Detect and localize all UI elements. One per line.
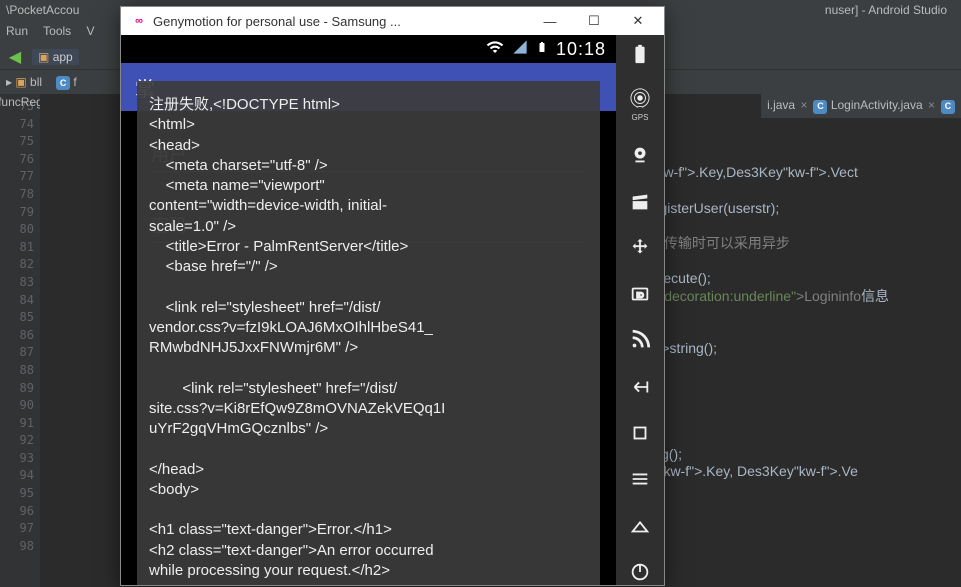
back-button[interactable]: ◀ [6, 48, 24, 66]
clapper-icon[interactable] [626, 189, 654, 215]
menu-v[interactable]: V [87, 24, 95, 38]
android-recents-icon[interactable] [626, 420, 654, 446]
signal-icon [512, 39, 528, 60]
power-icon[interactable] [626, 559, 654, 585]
phone-screen[interactable]: 10:18 掌 用户 密码 注册失败,<!DOCTYPE html> <html… [121, 35, 616, 585]
tab-f[interactable]: C f [56, 75, 77, 90]
geny-body: 10:18 掌 用户 密码 注册失败,<!DOCTYPE html> <html… [121, 35, 664, 585]
genymotion-window: ∞ Genymotion for personal use - Samsung … [120, 6, 665, 586]
webcam-icon[interactable] [626, 142, 654, 168]
android-home-icon[interactable] [626, 512, 654, 538]
tab-extra[interactable]: C [941, 97, 955, 115]
move-icon[interactable] [626, 235, 654, 261]
line-gutter: 73 74 75 76 77 78 79 80 81 82 83 84 85 8… [0, 94, 40, 587]
android-back-icon[interactable] [626, 374, 654, 400]
tab-bll[interactable]: ▸ ▣ bll [6, 75, 42, 89]
menu-run[interactable]: Run [6, 24, 28, 38]
error-dialog[interactable]: 注册失败,<!DOCTYPE html> <html> <head> <meta… [137, 81, 600, 585]
battery-icon [536, 38, 548, 61]
android-status-bar: 10:18 [121, 35, 616, 63]
geny-titlebar[interactable]: ∞ Genymotion for personal use - Samsung … [121, 7, 664, 35]
error-text: 注册失败,<!DOCTYPE html> <html> <head> <meta… [149, 95, 588, 585]
genymotion-icon: ∞ [131, 13, 147, 29]
close-button[interactable]: ✕ [616, 9, 660, 33]
gps-icon[interactable] [626, 87, 654, 109]
menu-tools[interactable]: Tools [43, 24, 71, 38]
clock: 10:18 [556, 39, 606, 60]
battery-icon[interactable] [626, 41, 654, 67]
wifi-icon [486, 38, 504, 61]
geny-title: Genymotion for personal use - Samsung ..… [153, 14, 528, 29]
minimize-button[interactable]: — [528, 9, 572, 33]
android-menu-icon[interactable] [626, 466, 654, 492]
svg-text:ID: ID [636, 291, 643, 300]
gps-label: GPS [632, 113, 649, 122]
id-icon[interactable]: ID [626, 281, 654, 307]
app-module-chip[interactable]: ▣ app [32, 49, 79, 65]
maximize-button[interactable]: ☐ [572, 9, 616, 33]
studio-title-left: \PocketAccou [6, 3, 79, 19]
rss-icon[interactable] [626, 327, 654, 353]
geny-sidebar: GPS ID [616, 35, 664, 585]
